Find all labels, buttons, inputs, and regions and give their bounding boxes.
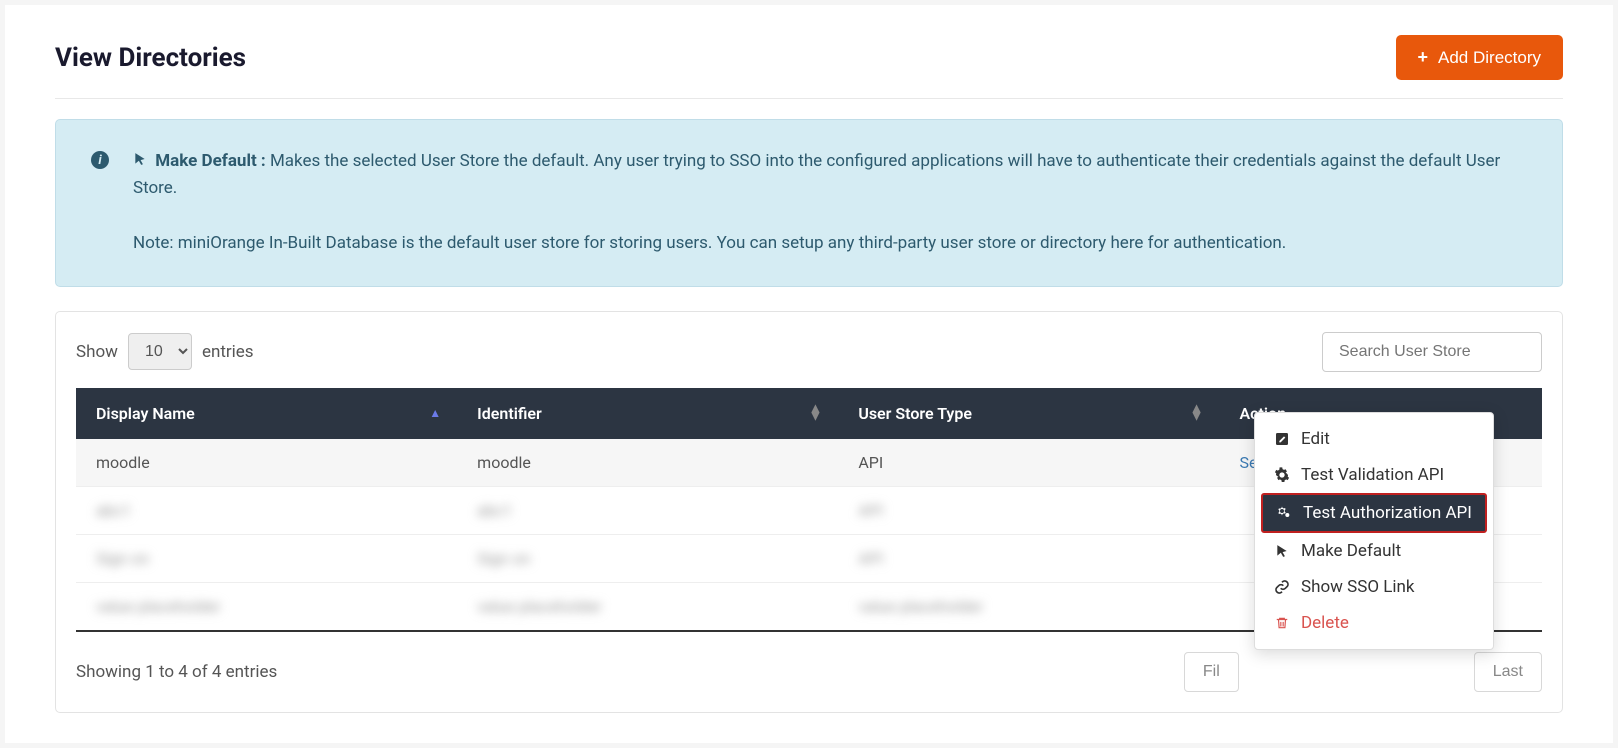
sort-icon: ▲▼ [1190, 405, 1204, 422]
entries-label: entries [202, 342, 254, 362]
table-panel: Show 10 entries Display Name ▲ Identifie… [55, 311, 1563, 713]
info-note: Note: miniOrange In-Built Database is th… [133, 230, 1527, 257]
gears-icon [1275, 505, 1293, 521]
menu-item-delete[interactable]: Delete [1261, 605, 1487, 641]
info-icon: i [91, 151, 109, 169]
menu-item-test-validation[interactable]: Test Validation API [1261, 457, 1487, 493]
table-footer: Showing 1 to 4 of 4 entries Fil Last [76, 652, 1542, 692]
pager-first-button[interactable]: Fil [1184, 652, 1239, 692]
make-default-label: Make Default : [155, 151, 266, 171]
col-display-name[interactable]: Display Name ▲ [76, 388, 457, 439]
link-icon [1273, 579, 1291, 595]
showing-text: Showing 1 to 4 of 4 entries [76, 662, 277, 682]
cursor-icon [1273, 544, 1291, 558]
page-title: View Directories [55, 43, 246, 73]
cell-type: value placeholder [838, 582, 1219, 631]
info-make-default-line: Make Default : Makes the selected User S… [133, 148, 1527, 202]
plus-icon: + [1418, 47, 1429, 68]
info-content: Make Default : Makes the selected User S… [133, 148, 1527, 258]
cell-display-name: Sign on [76, 534, 457, 582]
cell-type: API [838, 439, 1219, 487]
cell-display-name: moodle [76, 439, 457, 487]
edit-icon [1273, 431, 1291, 447]
cell-identifier: value placeholder [457, 582, 838, 631]
cell-type: API [838, 534, 1219, 582]
page-size-select[interactable]: 10 [128, 333, 192, 370]
cursor-icon [133, 148, 147, 175]
table-controls: Show 10 entries [76, 332, 1542, 372]
pager: Fil Last [1184, 652, 1542, 692]
cell-display-name: value placeholder [76, 582, 457, 631]
menu-item-test-authorization[interactable]: Test Authorization API [1261, 493, 1487, 533]
info-banner: i Make Default : Makes the selected User… [55, 119, 1563, 287]
main-container: View Directories + Add Directory i Make … [5, 5, 1613, 743]
make-default-text: Makes the selected User Store the defaul… [133, 151, 1500, 198]
sort-icon: ▲▼ [808, 405, 822, 422]
col-identifier[interactable]: Identifier ▲▼ [457, 388, 838, 439]
sort-asc-icon: ▲ [429, 406, 441, 420]
search-input[interactable] [1322, 332, 1542, 372]
header-row: View Directories + Add Directory [55, 35, 1563, 99]
cell-display-name: abc1 [76, 486, 457, 534]
menu-item-edit[interactable]: Edit [1261, 421, 1487, 457]
show-entries: Show 10 entries [76, 333, 254, 370]
info-icon-wrap: i [91, 148, 109, 258]
gear-icon [1273, 467, 1291, 483]
pager-last-button[interactable]: Last [1474, 652, 1542, 692]
menu-item-make-default[interactable]: Make Default [1261, 533, 1487, 569]
cell-type: API [838, 486, 1219, 534]
col-user-store-type[interactable]: User Store Type ▲▼ [838, 388, 1219, 439]
action-dropdown-menu: Edit Test Validation API Test Authorizat… [1254, 412, 1494, 650]
show-label: Show [76, 342, 118, 362]
cell-identifier: abc1 [457, 486, 838, 534]
add-directory-button[interactable]: + Add Directory [1396, 35, 1564, 80]
menu-item-show-sso[interactable]: Show SSO Link [1261, 569, 1487, 605]
cell-identifier: Sign on [457, 534, 838, 582]
trash-icon [1273, 615, 1291, 631]
add-directory-label: Add Directory [1438, 48, 1541, 68]
cell-identifier: moodle [457, 439, 838, 487]
